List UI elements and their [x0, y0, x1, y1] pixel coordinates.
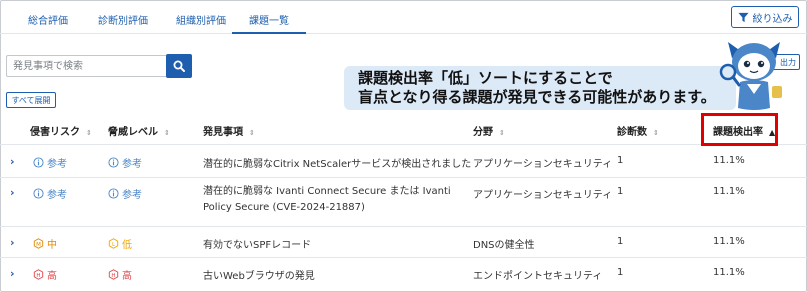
count-cell: 1: [617, 267, 624, 278]
tab-by-organization[interactable]: 組織別評価: [170, 12, 232, 34]
info-circle-icon: [33, 188, 44, 199]
sort-icon: ⇕: [86, 129, 92, 137]
count-cell: 1: [617, 155, 624, 166]
table-row[interactable]: › 参考 参考 潜在的に脆弱なCitrix NetScalerサービスが検出され…: [0, 145, 807, 178]
svg-text:M: M: [36, 242, 41, 248]
filter-button-label: 絞り込み: [752, 13, 793, 25]
info-circle-icon: [33, 157, 44, 168]
header-finding[interactable]: 発見事項 ⇕: [203, 123, 255, 138]
rate-cell: 11.1%: [713, 267, 745, 278]
funnel-icon: [737, 12, 749, 22]
risk-label: 参考: [47, 190, 67, 201]
threat-badge: 参考: [108, 155, 142, 170]
high-letter-icon: H: [33, 269, 44, 280]
annotation-callout: 課題検出率「低」ソートにすることで 盲点となり得る課題が発見できる可能性がありま…: [344, 66, 736, 110]
finding-cell: 古いWebブラウザの発見: [203, 271, 315, 282]
header-count-label: 診断数: [617, 127, 647, 138]
search-button[interactable]: [166, 54, 192, 78]
rate-cell: 11.1%: [713, 155, 745, 166]
field-cell: エンドポイントセキュリティ: [473, 271, 603, 282]
sort-column-highlight: [701, 113, 778, 146]
header-finding-label: 発見事項: [203, 127, 243, 138]
chevron-right-icon[interactable]: ›: [10, 267, 15, 280]
callout-line-2: 盲点となり得る課題が発見できる可能性があります。: [358, 88, 716, 106]
risk-badge: 参考: [33, 186, 67, 201]
finding-cell: 有効でないSPFレコード: [203, 240, 312, 251]
risk-badge: 参考: [33, 155, 67, 170]
low-letter-icon: L: [108, 238, 119, 249]
chevron-right-icon[interactable]: ›: [10, 236, 15, 249]
header-field-label: 分野: [473, 127, 493, 138]
svg-text:H: H: [111, 273, 115, 279]
info-circle-icon: [108, 188, 119, 199]
svg-text:H: H: [36, 273, 40, 279]
tab-overall[interactable]: 総合評価: [22, 12, 74, 34]
header-field[interactable]: 分野 ⇕: [473, 123, 505, 138]
risk-label: 中: [47, 240, 57, 251]
field-cell: DNSの健全性: [473, 240, 535, 251]
tab-by-assessment[interactable]: 診断別評価: [92, 12, 154, 34]
medium-letter-icon: M: [33, 238, 44, 249]
risk-label: 参考: [47, 159, 67, 170]
header-count[interactable]: 診断数 ⇕: [617, 123, 659, 138]
threat-badge: L 低: [108, 236, 132, 251]
header-threat[interactable]: 脅威レベル ⇕: [108, 123, 170, 138]
threat-badge: 参考: [108, 186, 142, 201]
threat-label: 高: [122, 271, 132, 282]
header-threat-label: 脅威レベル: [108, 127, 158, 138]
magnifier-icon: [173, 60, 185, 72]
mascot-illustration: [719, 42, 782, 110]
header-risk-label: 侵害リスク: [30, 127, 80, 138]
sort-icon: ⇕: [164, 129, 170, 137]
tab-bar: 総合評価 診断別評価 組織別評価 課題一覧: [0, 0, 807, 34]
high-letter-icon: H: [108, 269, 119, 280]
sort-icon: ⇕: [653, 129, 659, 137]
risk-badge: M 中: [33, 236, 57, 251]
search-input[interactable]: [6, 55, 166, 77]
header-risk[interactable]: 侵害リスク ⇕: [30, 123, 92, 138]
threat-label: 参考: [122, 159, 142, 170]
table-row[interactable]: › M 中 L 低 有効でないSPFレコード DNSの健全性 1 11.1%: [0, 227, 807, 258]
field-cell: アプリケーションセキュリティ: [473, 159, 613, 170]
threat-label: 参考: [122, 190, 142, 201]
finding-cell: 潜在的に脆弱な Ivanti Connect Secure または Ivanti…: [203, 186, 451, 213]
chevron-right-icon[interactable]: ›: [10, 186, 15, 199]
count-cell: 1: [617, 186, 624, 197]
filter-button[interactable]: 絞り込み: [731, 6, 799, 28]
risk-badge: H 高: [33, 267, 57, 282]
count-cell: 1: [617, 236, 624, 247]
rate-cell: 11.1%: [713, 236, 745, 247]
tab-issue-list[interactable]: 課題一覧: [232, 12, 306, 34]
table-header-row: 侵害リスク ⇕ 脅威レベル ⇕ 発見事項 ⇕ 分野 ⇕ 診断数 ⇕ 課題検出率 ▲: [0, 112, 807, 145]
info-circle-icon: [108, 157, 119, 168]
table-row[interactable]: › 参考 参考 潜在的に脆弱な Ivanti Connect Secure また…: [0, 178, 807, 227]
callout-line-1: 課題検出率「低」ソートにすることで: [358, 69, 613, 87]
threat-badge: H 高: [108, 267, 132, 282]
threat-label: 低: [122, 240, 132, 251]
table-row[interactable]: › H 高 H 高 古いWebブラウザの発見 エンドポイントセキュリティ 1 1…: [0, 258, 807, 290]
finding-cell: 潜在的に脆弱なCitrix NetScalerサービスが検出されました: [203, 159, 472, 170]
risk-label: 高: [47, 271, 57, 282]
field-cell: アプリケーションセキュリティ: [473, 190, 613, 201]
sort-icon: ⇕: [499, 129, 505, 137]
sort-icon: ⇕: [249, 129, 255, 137]
chevron-right-icon[interactable]: ›: [10, 155, 15, 168]
expand-all-button[interactable]: すべて展開: [6, 92, 56, 108]
rate-cell: 11.1%: [713, 186, 745, 197]
